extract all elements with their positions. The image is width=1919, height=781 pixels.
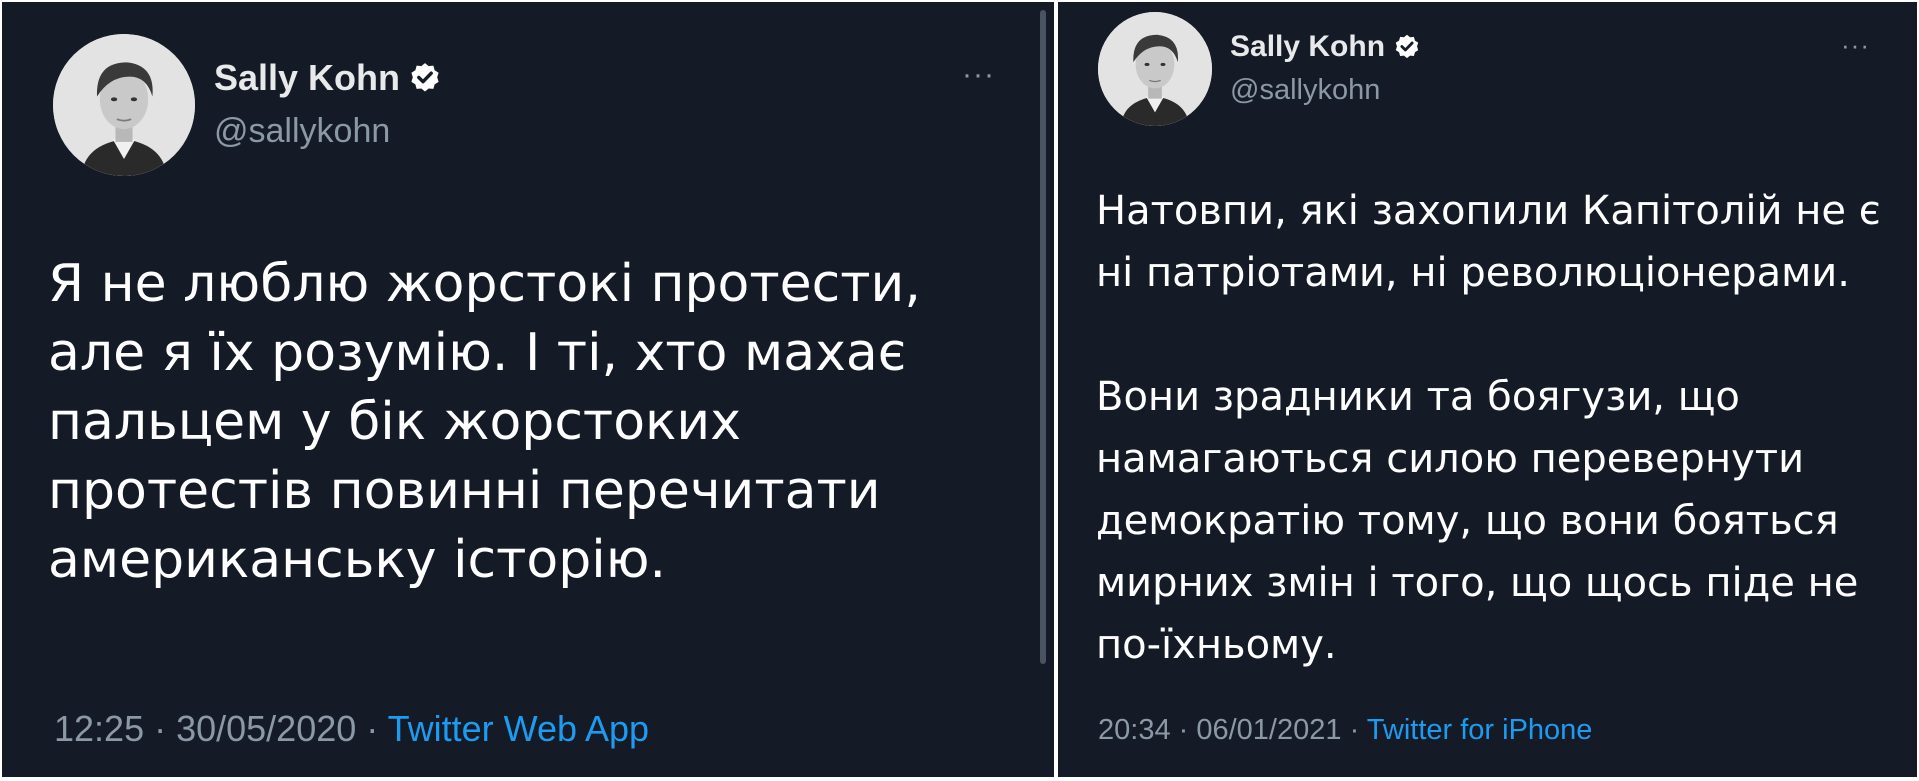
author-name-row[interactable]: Sally Kohn bbox=[1230, 30, 1421, 64]
tweet-time[interactable]: 20:34 bbox=[1098, 714, 1171, 746]
avatar[interactable] bbox=[1098, 12, 1212, 126]
tweet-text: Я не люблю жорстокі протести, але я їх р… bbox=[48, 254, 921, 590]
avatar[interactable] bbox=[53, 34, 195, 176]
tweet-date[interactable]: 06/01/2021 bbox=[1196, 714, 1341, 746]
separator: · bbox=[356, 708, 388, 749]
tweet-source-link[interactable]: Twitter Web App bbox=[388, 708, 649, 749]
more-options-icon[interactable]: ··· bbox=[1841, 30, 1870, 61]
separator: · bbox=[1170, 714, 1197, 746]
author-name-row[interactable]: Sally Kohn bbox=[214, 57, 442, 99]
tweet-source-link[interactable]: Twitter for iPhone bbox=[1367, 714, 1593, 746]
profile-photo-icon bbox=[1098, 12, 1212, 126]
author-handle[interactable]: @sallykohn bbox=[1230, 74, 1380, 107]
tweet-metadata: 12:25 · 30/05/2020 · Twitter Web App bbox=[54, 708, 649, 750]
author-handle[interactable]: @sallykohn bbox=[214, 112, 390, 151]
more-options-icon[interactable]: ··· bbox=[962, 58, 995, 92]
tweet-card-1: Sally Kohn @sallykohn ··· Я не люблю жор… bbox=[2, 2, 1054, 777]
separator: · bbox=[144, 708, 177, 749]
author-name[interactable]: Sally Kohn bbox=[214, 57, 400, 99]
verified-badge-icon bbox=[1393, 33, 1421, 61]
tweet-text: Натовпи, які захопили Капітолій не є ні … bbox=[1096, 188, 1881, 668]
verified-badge-icon bbox=[408, 61, 442, 95]
scrollbar[interactable] bbox=[1040, 10, 1046, 664]
tweet-time[interactable]: 12:25 bbox=[54, 708, 144, 749]
author-name[interactable]: Sally Kohn bbox=[1230, 30, 1385, 64]
tweet-date[interactable]: 30/05/2020 bbox=[176, 708, 356, 749]
separator: · bbox=[1341, 714, 1367, 746]
tweet-card-2: Sally Kohn @sallykohn ··· Натовпи, які з… bbox=[1058, 2, 1917, 777]
profile-photo-icon bbox=[53, 34, 195, 176]
tweet-metadata: 20:34 · 06/01/2021 · Twitter for iPhone bbox=[1098, 714, 1592, 747]
